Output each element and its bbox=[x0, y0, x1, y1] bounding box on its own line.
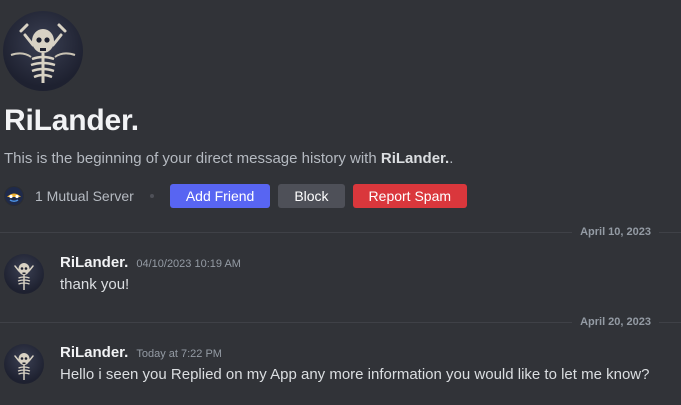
message-content: Hello i seen you Replied on my App any m… bbox=[60, 366, 650, 383]
report-spam-button[interactable]: Report Spam bbox=[352, 184, 468, 208]
message-content: thank you! bbox=[60, 276, 130, 293]
avatar[interactable] bbox=[4, 254, 44, 294]
message-header: RiLander. Today at 7:22 PM bbox=[60, 344, 222, 361]
message-item[interactable]: RiLander. 04/10/2023 10:19 AM thank you! bbox=[0, 253, 681, 303]
mutual-servers-link[interactable]: 1 Mutual Server bbox=[35, 188, 134, 204]
message-author[interactable]: RiLander. bbox=[60, 344, 128, 361]
server-guild-icon bbox=[5, 187, 23, 205]
intro-description-suffix: . bbox=[449, 150, 454, 167]
separator-dot bbox=[149, 194, 154, 198]
mutual-server-icon[interactable] bbox=[4, 186, 24, 206]
date-divider-label: April 20, 2023 bbox=[572, 316, 659, 329]
avatar[interactable] bbox=[4, 344, 44, 384]
profile-actions: 1 Mutual Server Add Friend Block Report … bbox=[4, 184, 475, 208]
add-friend-button[interactable]: Add Friend bbox=[169, 184, 271, 208]
intro-description-prefix: This is the beginning of your direct mes… bbox=[4, 150, 381, 167]
message-timestamp[interactable]: 04/10/2023 10:19 AM bbox=[136, 258, 241, 270]
dm-channel: RiLander. This is the beginning of your … bbox=[0, 0, 681, 405]
date-divider: April 20, 2023 bbox=[0, 316, 681, 329]
message-author[interactable]: RiLander. bbox=[60, 254, 128, 271]
message-timestamp[interactable]: Today at 7:22 PM bbox=[136, 348, 222, 360]
intro-description-name: RiLander. bbox=[380, 150, 450, 167]
page-title: RiLander. bbox=[4, 104, 139, 137]
intro-description: This is the beginning of your direct mes… bbox=[4, 149, 453, 169]
block-button[interactable]: Block bbox=[278, 184, 345, 208]
message-header: RiLander. 04/10/2023 10:19 AM bbox=[60, 254, 241, 271]
date-divider-label: April 10, 2023 bbox=[572, 226, 659, 239]
avatar[interactable] bbox=[3, 11, 83, 91]
date-divider: April 10, 2023 bbox=[0, 226, 681, 239]
skeleton-avatar-icon bbox=[10, 23, 76, 83]
skeleton-avatar-icon bbox=[14, 353, 34, 380]
message-item[interactable]: RiLander. Today at 7:22 PM Hello i seen … bbox=[0, 343, 681, 393]
skeleton-avatar-icon bbox=[14, 263, 34, 290]
